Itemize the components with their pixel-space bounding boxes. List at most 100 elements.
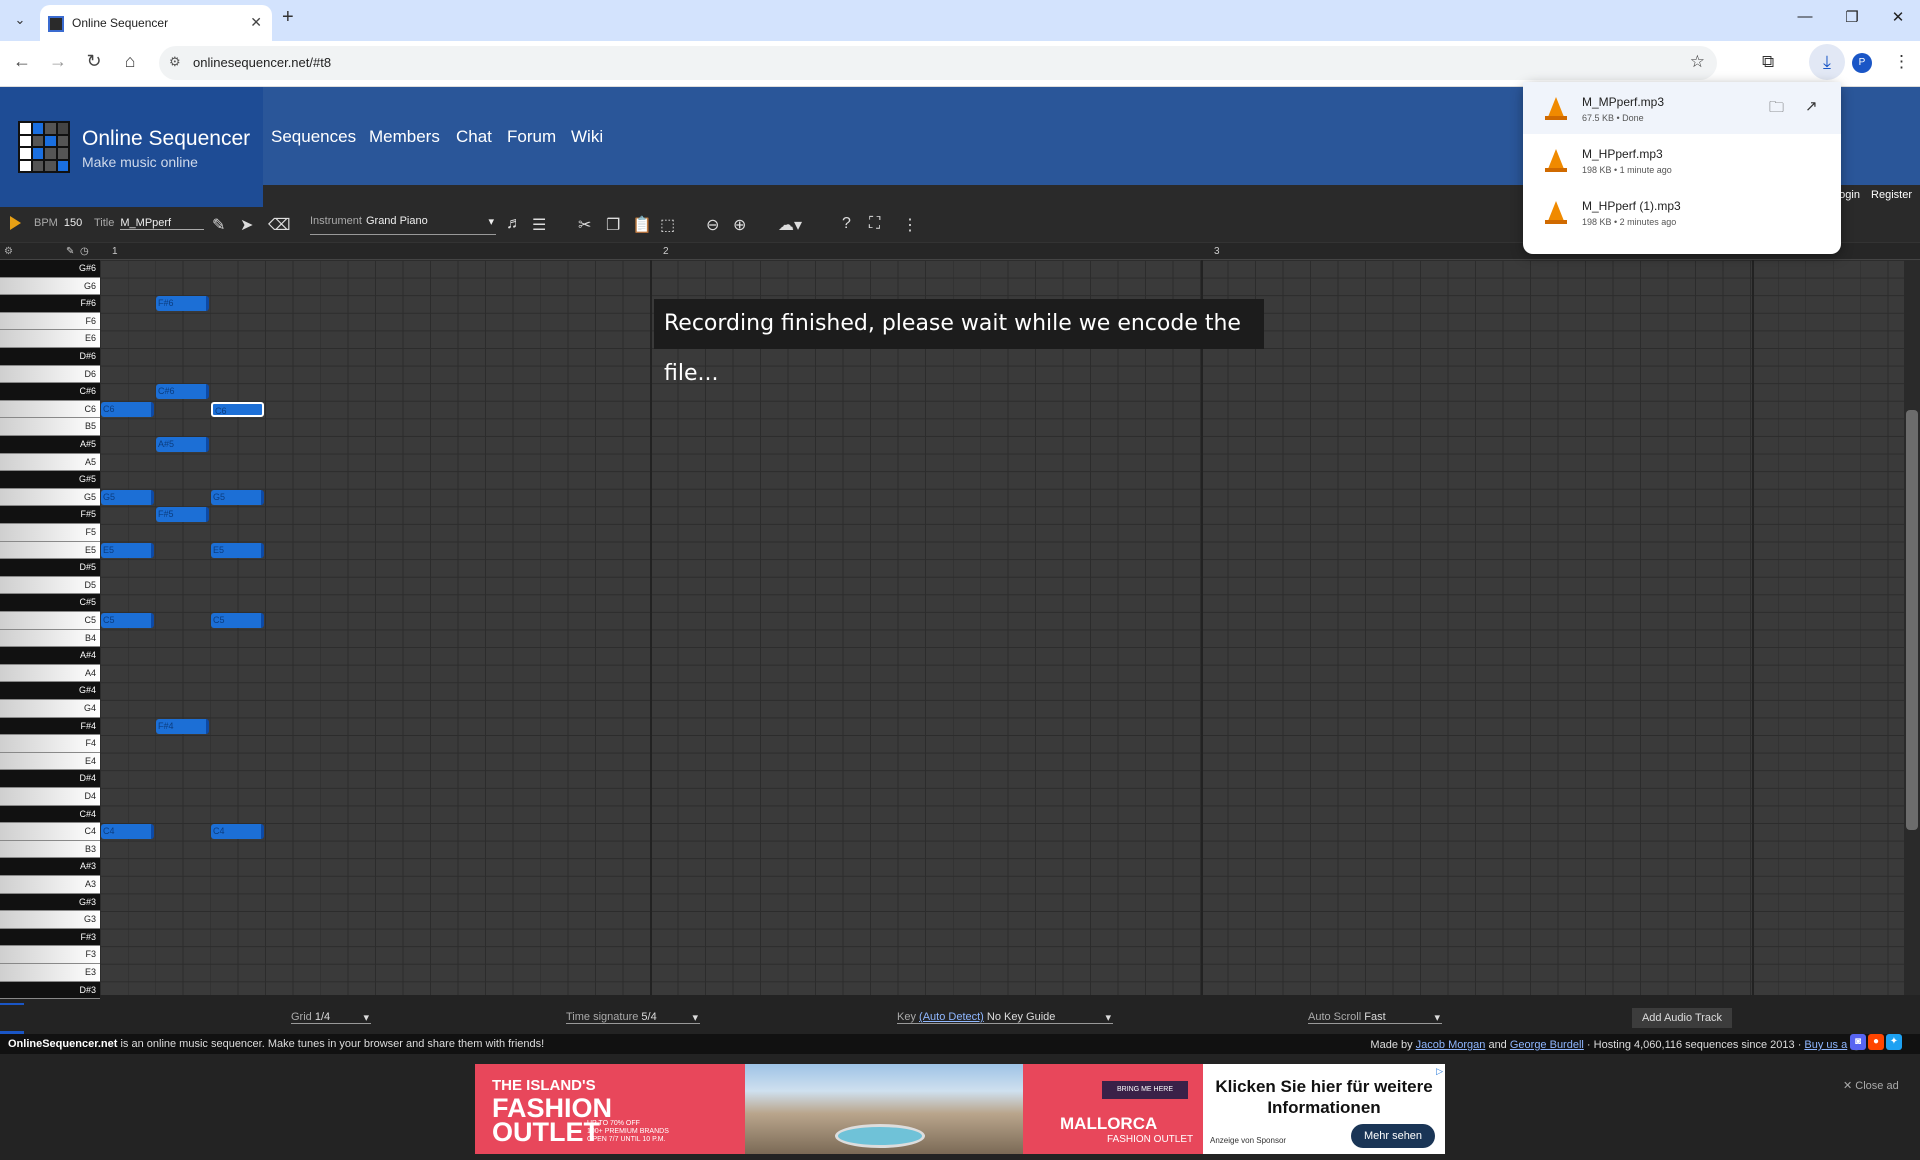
help-icon[interactable]: ? bbox=[842, 215, 851, 233]
note-block[interactable]: G5 bbox=[211, 489, 264, 505]
close-tab-icon[interactable]: ✕ bbox=[250, 14, 262, 31]
discord-icon[interactable]: ◙ bbox=[1850, 1034, 1866, 1050]
note-block[interactable]: C#6 bbox=[156, 384, 209, 400]
piano-key[interactable]: C6 bbox=[0, 400, 100, 419]
note-block[interactable]: E5 bbox=[101, 542, 154, 558]
piano-key[interactable]: B3 bbox=[0, 840, 100, 859]
fullscreen-icon[interactable]: ⛶ bbox=[869, 215, 880, 233]
bookmark-star-icon[interactable]: ☆ bbox=[1690, 52, 1705, 72]
show-in-folder-icon[interactable]: 🗀 bbox=[1769, 97, 1784, 122]
add-audio-track-button[interactable]: Add Audio Track bbox=[1632, 1008, 1732, 1028]
mixer-icon[interactable]: ☰ bbox=[532, 215, 546, 235]
piano-key[interactable]: F3 bbox=[0, 946, 100, 964]
piano-key[interactable]: G#4 bbox=[0, 682, 100, 700]
register-link[interactable]: Register bbox=[1871, 189, 1912, 201]
paste-icon[interactable]: 📋 bbox=[632, 215, 652, 235]
nav-members[interactable]: Members bbox=[369, 127, 440, 147]
nav-forum[interactable]: Forum bbox=[507, 127, 556, 147]
note-block[interactable]: C6 bbox=[101, 401, 154, 417]
minimize-icon[interactable]: — bbox=[1795, 8, 1815, 25]
zoom-in-icon[interactable]: ⊕ bbox=[733, 215, 746, 235]
piano-key[interactable]: F#3 bbox=[0, 928, 100, 947]
cloud-upload-icon[interactable]: ☁▾ bbox=[778, 215, 802, 235]
note-block[interactable]: C5 bbox=[211, 613, 264, 628]
piano-key[interactable]: F#5 bbox=[0, 506, 100, 524]
note-block[interactable]: C4 bbox=[211, 824, 264, 840]
title-input[interactable]: M_MPperf bbox=[120, 217, 205, 230]
forward-icon[interactable]: → bbox=[46, 51, 70, 72]
new-tab-icon[interactable]: + bbox=[282, 6, 294, 29]
profile-avatar[interactable]: P bbox=[1852, 53, 1872, 73]
timesig-select[interactable]: 5/4 bbox=[641, 1011, 656, 1023]
reddit-icon[interactable]: ● bbox=[1868, 1034, 1884, 1050]
downloads-icon[interactable]: ⤓ bbox=[1809, 44, 1845, 80]
piano-key[interactable]: E5 bbox=[0, 541, 100, 560]
piano-key[interactable]: A3 bbox=[0, 876, 100, 894]
browser-tab[interactable]: Online Sequencer ✕ bbox=[40, 5, 272, 41]
instrument-select[interactable]: Grand Piano bbox=[366, 215, 428, 227]
download-name[interactable]: M_HPperf (1).mp3 bbox=[1582, 199, 1681, 213]
grid-select[interactable]: 1/4 bbox=[315, 1011, 330, 1023]
piano-key[interactable]: G3 bbox=[0, 911, 100, 929]
piano-key[interactable]: D4 bbox=[0, 788, 100, 806]
piano-key[interactable]: D#4 bbox=[0, 770, 100, 788]
close-window-icon[interactable]: ✕ bbox=[1888, 8, 1908, 26]
piano-key[interactable]: G4 bbox=[0, 700, 100, 718]
ad-bring-button[interactable]: BRING ME HERE bbox=[1102, 1081, 1188, 1099]
twitter-icon[interactable]: ✦ bbox=[1886, 1034, 1902, 1050]
note-block[interactable]: F#4 bbox=[156, 718, 209, 734]
download-name[interactable]: M_HPperf.mp3 bbox=[1582, 147, 1663, 161]
instrument-settings-icon[interactable]: ♬ bbox=[506, 215, 522, 233]
download-item[interactable]: M_HPperf (1).mp3 198 KB • 2 minutes ago bbox=[1523, 186, 1841, 238]
piano-key[interactable]: E3 bbox=[0, 964, 100, 982]
note-block[interactable]: E5 bbox=[211, 542, 264, 558]
download-name[interactable]: M_MPperf.mp3 bbox=[1582, 95, 1664, 109]
ad-image[interactable]: THE ISLAND'S FASHION OUTLET UP TO 70% OFF … bbox=[475, 1064, 1203, 1154]
note-block[interactable]: G5 bbox=[101, 489, 154, 505]
select-all-icon[interactable]: ⬚ bbox=[660, 215, 675, 235]
home-icon[interactable]: ⌂ bbox=[118, 51, 142, 72]
tab-search-icon[interactable]: ⌄ bbox=[8, 8, 32, 32]
donate-link[interactable]: Buy us a bbox=[1804, 1039, 1847, 1051]
browser-menu-icon[interactable]: ⋮ bbox=[1893, 52, 1910, 72]
pointer-tool-icon[interactable]: ➤ bbox=[240, 215, 253, 235]
piano-key[interactable]: F#6 bbox=[0, 295, 100, 313]
ad-cta-text[interactable]: Klicken Sie hier für weitere Information… bbox=[1210, 1076, 1438, 1118]
edit-icon[interactable]: ✎ bbox=[212, 215, 225, 235]
extensions-icon[interactable]: ⧉ bbox=[1762, 52, 1774, 72]
piano-key[interactable]: D#3 bbox=[0, 981, 100, 1000]
author-link[interactable]: George Burdell bbox=[1510, 1039, 1584, 1051]
piano-key[interactable]: G5 bbox=[0, 488, 100, 507]
note-block[interactable]: F#5 bbox=[156, 507, 209, 523]
scroll-thumb[interactable] bbox=[1906, 410, 1918, 830]
piano-key[interactable]: A5 bbox=[0, 453, 100, 472]
piano-key[interactable]: C#6 bbox=[0, 383, 100, 401]
note-block[interactable]: C6 bbox=[211, 401, 264, 417]
download-item[interactable]: M_HPperf.mp3 198 KB • 1 minute ago bbox=[1523, 134, 1841, 186]
more-icon[interactable]: ⋮ bbox=[902, 215, 918, 235]
piano-key[interactable]: B4 bbox=[0, 629, 100, 648]
clock-icon[interactable]: ◷ bbox=[80, 246, 89, 257]
adchoices-icon[interactable]: ▷ bbox=[1436, 1066, 1443, 1077]
pencil-icon[interactable]: ✎ bbox=[66, 246, 74, 257]
zoom-out-icon[interactable]: ⊖ bbox=[706, 215, 719, 235]
piano-key[interactable]: F4 bbox=[0, 735, 100, 753]
note-block[interactable]: C4 bbox=[101, 824, 154, 840]
close-ad-button[interactable]: ✕ Close ad bbox=[1843, 1079, 1899, 1092]
reload-icon[interactable]: ↻ bbox=[82, 51, 106, 72]
open-external-icon[interactable]: ↗ bbox=[1805, 97, 1818, 115]
piano-key[interactable]: E6 bbox=[0, 330, 100, 348]
piano-key[interactable]: D#6 bbox=[0, 348, 100, 366]
piano-key[interactable]: B5 bbox=[0, 418, 100, 436]
piano-key[interactable]: F6 bbox=[0, 312, 100, 331]
gear-icon[interactable]: ⚙ bbox=[4, 246, 13, 257]
piano-key[interactable]: C5 bbox=[0, 612, 100, 630]
grid-scrollbar[interactable] bbox=[1904, 260, 1920, 995]
url-text[interactable]: onlinesequencer.net/#t8 bbox=[193, 55, 331, 70]
author-link[interactable]: Jacob Morgan bbox=[1416, 1039, 1486, 1051]
nav-sequences[interactable]: Sequences bbox=[271, 127, 356, 147]
autoscroll-select[interactable]: Fast bbox=[1364, 1011, 1385, 1023]
note-block[interactable]: C5 bbox=[101, 613, 154, 628]
copy-icon[interactable]: ❐ bbox=[606, 215, 620, 235]
piano-key[interactable]: F#4 bbox=[0, 717, 100, 736]
